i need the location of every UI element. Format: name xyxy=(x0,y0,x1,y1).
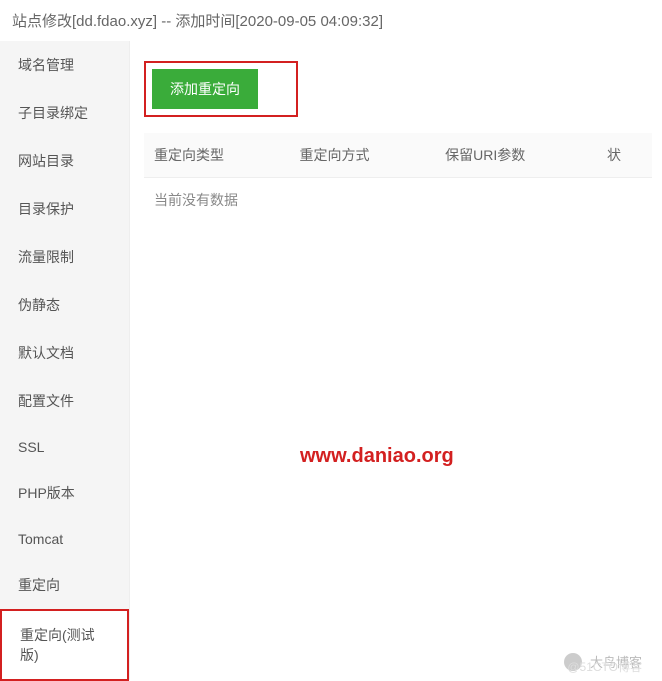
table-empty-row: 当前没有数据 xyxy=(144,178,652,223)
sidebar-item-dirprotect[interactable]: 目录保护 xyxy=(0,185,129,233)
sidebar-item-pseudostatic[interactable]: 伪静态 xyxy=(0,281,129,329)
footer-watermark-2: @51CTO博客 xyxy=(567,658,642,675)
table-empty-text: 当前没有数据 xyxy=(144,178,652,223)
sidebar-item-subdir[interactable]: 子目录绑定 xyxy=(0,89,129,137)
sidebar-item-redirect-beta[interactable]: 重定向(测试版) xyxy=(0,609,129,681)
sidebar-item-defaultdoc[interactable]: 默认文档 xyxy=(0,329,129,377)
sidebar-item-tomcat[interactable]: Tomcat xyxy=(0,517,129,561)
table-header-method: 重定向方式 xyxy=(290,133,436,178)
table-header-uriparam: 保留URI参数 xyxy=(435,133,597,178)
sidebar-item-redirect[interactable]: 重定向 xyxy=(0,561,129,609)
add-redirect-button[interactable]: 添加重定向 xyxy=(152,69,258,109)
table-header-type: 重定向类型 xyxy=(144,133,290,178)
sidebar-item-config[interactable]: 配置文件 xyxy=(0,377,129,425)
table-header-row: 重定向类型 重定向方式 保留URI参数 状 xyxy=(144,133,652,178)
sidebar-item-php[interactable]: PHP版本 xyxy=(0,469,129,517)
sidebar-item-ssl[interactable]: SSL xyxy=(0,425,129,469)
table-header-status: 状 xyxy=(597,133,652,178)
sidebar: 域名管理 子目录绑定 网站目录 目录保护 流量限制 伪静态 默认文档 配置文件 … xyxy=(0,41,130,680)
watermark-url: www.daniao.org xyxy=(300,445,454,468)
add-button-highlight: 添加重定向 xyxy=(144,61,298,117)
sidebar-item-domain[interactable]: 域名管理 xyxy=(0,41,129,89)
window-title: 站点修改[dd.fdao.xyz] -- 添加时间[2020-09-05 04:… xyxy=(0,0,662,41)
redirect-table: 重定向类型 重定向方式 保留URI参数 状 当前没有数据 xyxy=(144,133,652,222)
main-container: 域名管理 子目录绑定 网站目录 目录保护 流量限制 伪静态 默认文档 配置文件 … xyxy=(0,41,662,680)
sidebar-item-traffic[interactable]: 流量限制 xyxy=(0,233,129,281)
main-panel: 添加重定向 重定向类型 重定向方式 保留URI参数 状 当前没有数据 xyxy=(130,41,662,680)
sidebar-item-webdir[interactable]: 网站目录 xyxy=(0,137,129,185)
